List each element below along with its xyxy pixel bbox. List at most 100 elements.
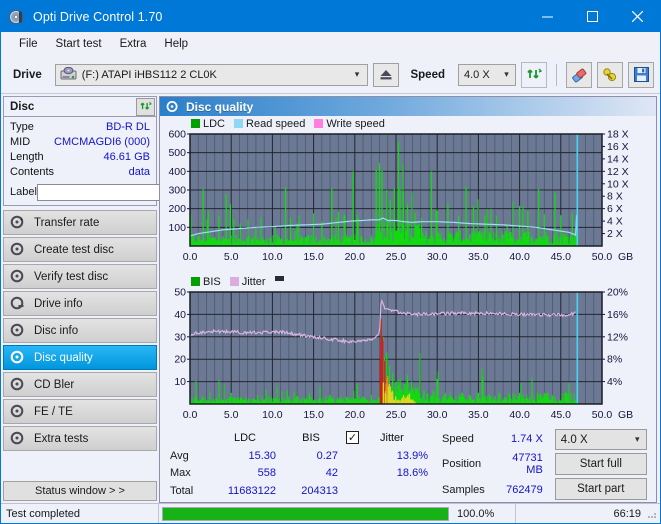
position-value: 47731 MB bbox=[512, 452, 543, 477]
title-bar: Opti Drive Control 1.70 bbox=[1, 1, 660, 32]
test-speed-value: 4.0 X bbox=[560, 433, 588, 446]
disc-panel: Disc Type BD-R DL MID CMCMAGDI6 (000) Le… bbox=[3, 96, 236, 206]
measurement-row-speed: Speed 1.74 X bbox=[438, 429, 547, 449]
disc-row-mid-key: MID bbox=[10, 136, 31, 148]
svg-text:400: 400 bbox=[168, 166, 186, 178]
drive-select[interactable]: (F:) ATAPI iHBS112 2 CL0K ▾ bbox=[54, 63, 369, 86]
test-speed-select[interactable]: 4.0 X ▾ bbox=[554, 429, 647, 450]
table-row: Max 558 42 18.6% bbox=[166, 465, 432, 483]
stats-avg-bis: 0.27 bbox=[316, 449, 338, 462]
save-button[interactable] bbox=[628, 61, 654, 88]
menu-item-extra[interactable]: Extra bbox=[111, 35, 156, 53]
disc-row-length: Length 46.61 GB bbox=[10, 150, 150, 165]
eject-button[interactable] bbox=[373, 62, 400, 87]
sidebar-item-label: Extra tests bbox=[34, 432, 89, 445]
refresh-icon bbox=[139, 101, 152, 110]
minimize-button[interactable] bbox=[525, 1, 570, 32]
svg-text:0.0: 0.0 bbox=[183, 251, 198, 263]
stats-total-bis: 204313 bbox=[301, 485, 338, 498]
sidebar-item-label: Disc quality bbox=[34, 351, 93, 364]
sidebar-item-verify-test-disc[interactable]: Verify test disc bbox=[3, 264, 157, 289]
sidebar-item-disc-quality[interactable]: Disc quality bbox=[3, 345, 157, 370]
disc-row-mid: MID CMCMAGDI6 (000) bbox=[10, 135, 150, 150]
progress-percent-cell: 100.0% bbox=[452, 504, 516, 523]
svg-text:30.0: 30.0 bbox=[427, 251, 448, 263]
cd-bler-icon bbox=[10, 377, 27, 392]
svg-text:45.0: 45.0 bbox=[551, 251, 572, 263]
menu-item-file[interactable]: File bbox=[10, 35, 47, 53]
sidebar-item-drive-info[interactable]: Drive info bbox=[3, 291, 157, 316]
measurement-row-position: Position 47731 MB bbox=[438, 449, 547, 479]
status-message: Test completed bbox=[6, 507, 80, 520]
check-icon: ✓ bbox=[347, 432, 358, 445]
svg-text:45.0: 45.0 bbox=[551, 409, 572, 421]
table-row: Total 11683122 204313 bbox=[166, 482, 432, 500]
start-part-button[interactable]: Start part bbox=[554, 478, 647, 500]
disc-row-type-key: Type bbox=[10, 121, 34, 133]
chevron-down-icon: ▾ bbox=[635, 434, 640, 445]
svg-text:10 X: 10 X bbox=[607, 178, 629, 190]
svg-text:GB: GB bbox=[618, 251, 633, 263]
svg-text:GB: GB bbox=[618, 409, 633, 421]
samples-label: Samples bbox=[442, 483, 485, 496]
menu-item-start-test[interactable]: Start test bbox=[47, 35, 111, 53]
sidebar-item-fe-te[interactable]: FE / TE bbox=[3, 399, 157, 424]
svg-text:10.0: 10.0 bbox=[262, 409, 283, 421]
drive-label: Drive bbox=[13, 68, 42, 81]
panel-header: Disc quality bbox=[160, 97, 656, 116]
refresh-icon bbox=[526, 68, 542, 79]
legend-marker-box bbox=[274, 276, 284, 281]
start-full-button[interactable]: Start full bbox=[554, 453, 647, 475]
svg-text:10.0: 10.0 bbox=[262, 251, 283, 263]
legend-swatch-jitter bbox=[229, 277, 239, 286]
legend-swatch-ldc bbox=[191, 119, 200, 128]
legend-label-jitter: Jitter bbox=[241, 275, 266, 288]
disc-quality-panel: Disc quality LDC Read speed Write speed … bbox=[159, 96, 657, 503]
measurement-row-samples: Samples 762479 bbox=[438, 480, 547, 500]
svg-text:16%: 16% bbox=[607, 309, 628, 321]
status-window-button[interactable]: Status window > > bbox=[3, 481, 157, 501]
clear-button[interactable] bbox=[566, 61, 592, 88]
svg-text:50: 50 bbox=[174, 288, 186, 299]
sidebar-item-extra-tests[interactable]: Extra tests bbox=[3, 426, 157, 451]
svg-text:20.0: 20.0 bbox=[345, 251, 366, 263]
sidebar-item-label: Drive info bbox=[34, 297, 83, 310]
top-chart: LDC Read speed Write speed 100 200 300 4… bbox=[162, 117, 654, 274]
resize-grip[interactable] bbox=[646, 508, 658, 520]
fe-te-icon bbox=[10, 404, 27, 419]
svg-text:5.0: 5.0 bbox=[224, 251, 239, 263]
tools-button[interactable] bbox=[597, 61, 623, 88]
elapsed-cell: 66:19 bbox=[516, 508, 646, 520]
sidebar-item-label: Create test disc bbox=[34, 243, 114, 256]
disc-refresh-button[interactable] bbox=[136, 97, 155, 116]
extra-tests-icon bbox=[10, 431, 27, 446]
elapsed-time: 66:19 bbox=[613, 507, 641, 520]
top-chart-svg: 100 200 300 400 500 600 2 X4 X6 X8 X10 X12 X14… bbox=[168, 130, 633, 263]
tools-icon bbox=[603, 67, 617, 81]
menu-item-help[interactable]: Help bbox=[155, 35, 197, 53]
sidebar-item-transfer-rate[interactable]: Transfer rate bbox=[3, 210, 157, 235]
maximize-button[interactable] bbox=[570, 1, 615, 32]
sidebar-item-create-test-disc[interactable]: Create test disc bbox=[3, 237, 157, 262]
status-bar: Test completed 100.0% 66:19 bbox=[1, 503, 660, 523]
stats-total-ldc: 11683122 bbox=[227, 485, 276, 498]
disc-row-type: Type BD-R DL bbox=[10, 120, 150, 135]
svg-text:15.0: 15.0 bbox=[303, 251, 324, 263]
bottom-chart-plot: 10 20 30 40 50 4% 8% 12% 16% 20% 0.0 5.0 10.0 15.0 20.… bbox=[162, 288, 654, 432]
sidebar-item-disc-info[interactable]: Disc info bbox=[3, 318, 157, 343]
close-button[interactable] bbox=[615, 1, 660, 32]
speed-value: 4.0 X bbox=[464, 68, 490, 81]
sidebar-item-cd-bler[interactable]: CD Bler bbox=[3, 372, 157, 397]
refresh-button[interactable] bbox=[521, 61, 547, 88]
speed-select[interactable]: 4.0 X ▾ bbox=[458, 63, 516, 86]
svg-text:600: 600 bbox=[168, 130, 186, 141]
disc-transfer-icon bbox=[10, 215, 27, 230]
svg-text:40: 40 bbox=[174, 309, 186, 321]
chevron-down-icon: ▾ bbox=[354, 69, 360, 80]
svg-text:6 X: 6 X bbox=[607, 203, 623, 215]
disc-verify-icon bbox=[10, 269, 27, 284]
jitter-checkbox[interactable]: ✓ bbox=[346, 431, 359, 445]
table-row: Avg 15.30 0.27 13.9% bbox=[166, 447, 432, 465]
disc-row-contents-value: data bbox=[128, 166, 150, 178]
